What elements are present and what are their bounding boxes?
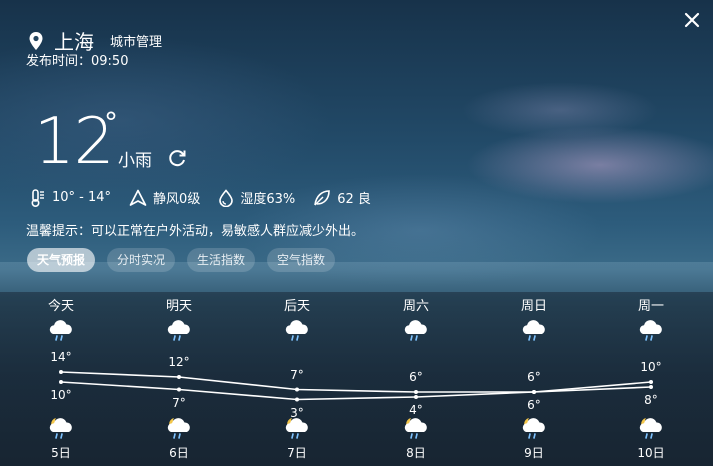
moon-rain-cloud-icon [522,418,545,439]
wind-stat: 静风0级 [129,188,200,207]
aqi-text: 62 良 [337,192,371,207]
high-temperature-point [295,387,299,392]
forecast-day: 明天 [144,295,214,342]
thermometer-icon [31,188,44,207]
rain-cloud-icon [167,320,190,341]
current-stats: 10° - 14° 静风0级 湿度63% 62 良 [30,188,389,207]
forecast-date: 10日 [637,446,665,460]
tab-hourly[interactable]: 分时实况 [107,248,176,272]
forecast-day: 周六 [381,295,451,342]
moon-rain-cloud-icon [404,418,427,439]
close-button[interactable] [681,10,703,32]
forecast-day: 周日 [499,295,569,342]
leaf-icon [314,189,331,205]
wind-text: 静风0级 [153,192,201,207]
moon-rain-cloud-icon [639,418,662,439]
moon-rain-cloud-icon [167,418,190,439]
temp-range-stat: 10° - 14° [30,188,112,207]
forecast-low-temp: 7° [172,395,186,410]
high-temperature-point [414,390,418,394]
publish-time: 发布时间：09:50 [26,54,129,69]
tab-bar: 天气预报 分时实况 生活指数 空气指数 [27,248,347,272]
forecast-date: 9日 [524,446,544,460]
city-manage-link[interactable]: 城市管理 [110,31,162,50]
daily-forecast: 今天 14° 10° 5日 明天 12° 7° 6日 后天 7° 3° 7日 周六 6° 4° 8日 周日 6° 6… [0,292,713,466]
weather-window: 上海 城市管理 发布时间：09:50 12 ° 小雨 10° - 14° 静风0… [0,0,713,466]
forecast-day: 后天 [262,295,332,342]
tab-air-index[interactable]: 空气指数 [267,248,336,272]
forecast-day: 今天 [26,295,96,342]
forecast-day: 周一 [616,295,686,342]
forecast-high-temp: 12° [168,355,190,369]
forecast-day-label: 周六 [402,299,429,314]
degree-symbol: ° [104,106,118,139]
forecast-high-temp: 6° [409,370,423,384]
forecast-low-temp: 10° [50,388,72,402]
current-temperature: 12 [34,105,114,179]
aqi-stat[interactable]: 62 良 [313,188,371,207]
current-condition: 小雨 [118,151,152,171]
low-temperature-point [414,395,418,399]
rain-cloud-icon [404,320,427,341]
forecast-day-label: 后天 [283,299,310,314]
low-temperature-point [59,380,63,384]
forecast-day-label: 周一 [637,299,664,314]
location-pin-icon [29,31,43,50]
refresh-icon[interactable] [166,147,188,169]
rain-cloud-icon [639,320,662,341]
forecast-high-temp: 7° [290,367,304,382]
forecast-date: 6日 [169,446,189,460]
tab-forecast[interactable]: 天气预报 [27,248,96,272]
moon-rain-cloud-icon [285,418,308,439]
water-drop-icon [219,188,234,207]
wind-arrow-icon [129,189,147,206]
forecast-low-temp: 8° [644,393,658,407]
forecast-high-temp: 10° [640,360,662,374]
forecast-high-temp: 6° [527,370,541,384]
rain-cloud-icon [285,320,308,341]
rain-cloud-icon [522,320,545,341]
high-temperature-line [60,371,652,393]
tab-life-index[interactable]: 生活指数 [187,248,256,272]
forecast-low-temp: 4° [409,403,423,417]
forecast-low-temp: 6° [527,398,541,412]
rain-cloud-icon [49,320,72,341]
low-temperature-point [532,390,536,394]
humidity-stat: 湿度63% [218,188,295,207]
forecast-day-label: 明天 [165,299,192,314]
temp-range-text: 10° - 14° [52,190,112,205]
forecast-high-temp: 14° [50,350,72,364]
temperature-trend-chart [59,370,653,402]
low-temperature-point [295,397,299,402]
humidity-text: 湿度63% [240,192,296,207]
low-temperature-point [649,385,653,389]
weather-tip: 温馨提示：可以正常在户外活动，易敏感人群应减少外出。 [26,224,365,239]
moon-rain-cloud-icon [49,418,72,439]
high-temperature-point [649,380,653,384]
low-temperature-point [177,387,181,392]
forecast-day-label: 今天 [47,299,74,314]
high-temperature-point [177,375,181,379]
forecast-date: 7日 [287,446,307,460]
forecast-date: 5日 [51,446,71,460]
close-icon [684,12,700,28]
forecast-date: 8日 [406,446,426,460]
forecast-day-label: 周日 [520,299,547,314]
high-temperature-point [59,370,63,374]
